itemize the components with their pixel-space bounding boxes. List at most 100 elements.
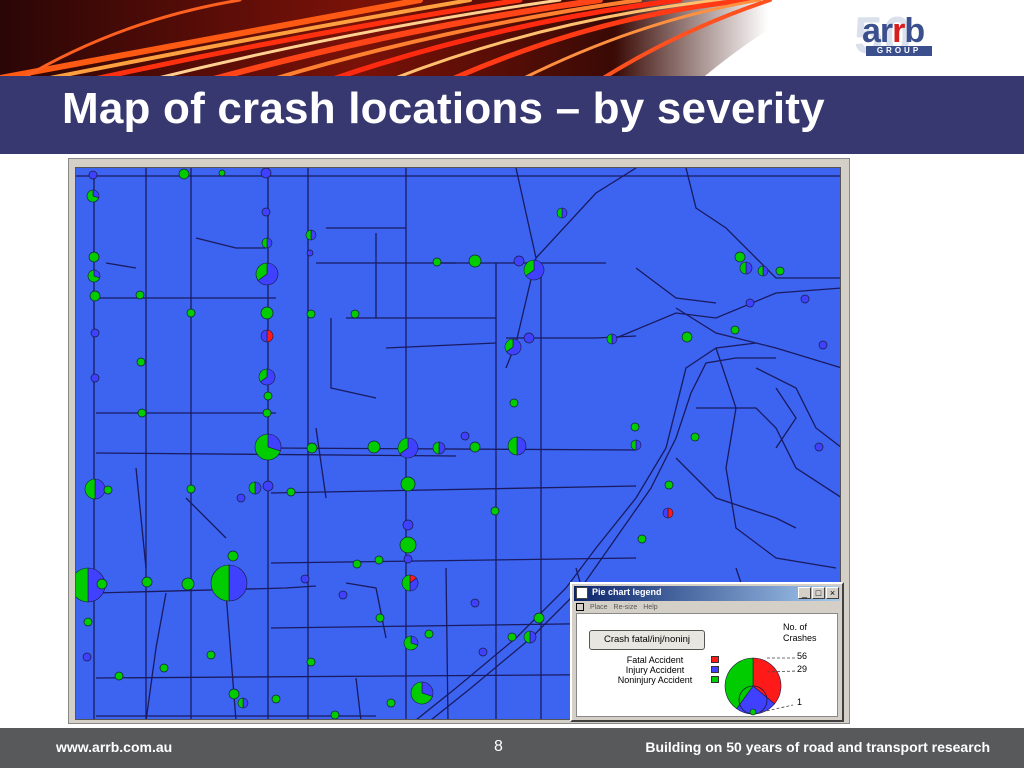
crash-pie-marker-29-slice-1 [260, 329, 268, 343]
crash-pie-marker-34-slice [523, 332, 535, 344]
crash-pie-marker-88-slice-2 [523, 630, 531, 644]
crash-pie-marker-10-slice [88, 251, 100, 263]
crash-pie-marker-47-slice [306, 442, 318, 454]
crash-pie-marker-82-slice [338, 590, 348, 600]
road-41 [225, 592, 237, 719]
crash-pie-marker-69-slice [399, 536, 417, 554]
crash-pie-marker-24-slice [800, 294, 810, 304]
crash-pie-marker-70 [227, 550, 239, 562]
crash-pie-marker-6 [556, 207, 568, 219]
maximize-button[interactable]: □ [812, 587, 825, 599]
crash-pie-marker-30 [90, 328, 100, 338]
crash-pie-marker-94-slice [159, 663, 169, 673]
crash-pie-marker-13 [468, 254, 482, 268]
crash-pie-marker-15 [523, 259, 545, 281]
crash-pie-marker-90 [478, 647, 488, 657]
crash-pie-marker-95 [114, 671, 124, 681]
crash-pie-marker-74-slice-2 [76, 567, 89, 603]
crash-pie-marker-92 [206, 650, 216, 660]
crash-pie-marker-77-slice [141, 576, 153, 588]
crash-pie-marker-54 [690, 432, 700, 442]
crash-pie-marker-29 [260, 329, 274, 343]
road-7 [95, 585, 317, 594]
minimize-button[interactable]: _ [798, 587, 811, 599]
crash-pie-marker-62 [286, 487, 296, 497]
crash-pie-marker-42 [137, 408, 147, 418]
crash-pie-marker-22 [89, 290, 101, 302]
road-35 [675, 457, 797, 529]
crash-pie-marker-30-slice [90, 328, 100, 338]
menu-place[interactable]: Place [590, 604, 608, 611]
crash-pie-marker-53-slice-1 [635, 439, 642, 451]
crash-pie-marker-26-slice [186, 308, 196, 318]
road-33 [715, 347, 837, 569]
crash-pie-marker-94 [159, 663, 169, 673]
crash-pie-marker-51 [469, 441, 481, 453]
crash-pie-marker-68-slice [637, 534, 647, 544]
crash-pie-marker-8-slice-2 [261, 237, 268, 249]
crash-pie-marker-17 [739, 261, 753, 275]
crash-pie-marker-16 [734, 251, 746, 263]
page-number: 8 [494, 738, 503, 755]
menu-help[interactable]: Help [643, 604, 657, 611]
crash-pie-marker-79-slice [300, 574, 310, 584]
crash-pie-marker-17-slice-2 [739, 261, 747, 275]
crash-type-button[interactable]: Crash fatal/inj/noninj [589, 630, 705, 650]
crash-pie-marker-60-slice [236, 493, 246, 503]
pie-chart-legend-window[interactable]: Pie chart legend _ □ × Place Re-size Help … [570, 582, 844, 722]
crash-pie-marker-100 [330, 710, 340, 719]
crash-pie-marker-84-slice [375, 613, 385, 623]
crash-pie-marker-9-slice [306, 249, 314, 257]
road-34 [755, 367, 840, 448]
scale-value-29: 29 [797, 664, 808, 674]
crash-pie-marker-25 [260, 306, 274, 320]
road-53 [195, 237, 266, 249]
road-37 [775, 387, 797, 449]
crash-pie-marker-58-slice [186, 484, 196, 494]
crash-pie-marker-55-slice [814, 442, 824, 452]
crash-pie-marker-69 [399, 536, 417, 554]
legend-size-pie [724, 657, 797, 716]
scale-value-56: 56 [797, 651, 808, 661]
crash-pie-marker-56-slice-1 [94, 478, 106, 500]
crash-pie-marker-75 [210, 564, 248, 602]
crash-pie-marker-26 [186, 308, 196, 318]
crash-pie-marker-64 [664, 480, 674, 490]
crash-pie-marker-31-slice [681, 331, 693, 343]
crash-pie-marker-71-slice [352, 559, 362, 569]
legend-titlebar[interactable]: Pie chart legend _ □ × [574, 586, 840, 601]
crash-pie-marker-52-slice-2 [507, 436, 518, 456]
crash-pie-marker-37-slice [136, 357, 146, 367]
road-44 [355, 677, 362, 719]
crash-pie-marker-85 [83, 617, 93, 627]
road-22 [385, 342, 497, 349]
crash-pie-marker-52-slice-1 [516, 436, 527, 456]
crash-pie-marker-20 [87, 269, 101, 283]
footer-website[interactable]: www.arrb.com.au [56, 739, 172, 755]
crash-pie-marker-48 [367, 440, 381, 454]
crash-pie-marker-31 [681, 331, 693, 343]
crash-pie-marker-80 [401, 574, 419, 592]
legend-pie-small [749, 708, 757, 716]
crash-pie-marker-18 [757, 265, 769, 277]
crash-pie-marker-91-slice [82, 652, 92, 662]
crash-pie-marker-3-slice [260, 168, 272, 179]
crash-pie-marker-0-slice [88, 170, 98, 180]
scale-value-1: 1 [797, 697, 803, 707]
crash-pie-marker-80-slice-2 [401, 574, 411, 592]
menu-resize[interactable]: Re-size [614, 604, 638, 611]
road-40 [145, 592, 167, 719]
crash-pie-marker-81-slice [470, 598, 480, 608]
crash-pie-marker-33-slice-2 [606, 333, 613, 345]
road-12 [270, 447, 637, 451]
crash-pie-marker-27 [306, 309, 316, 319]
crash-pie-marker-99 [386, 698, 396, 708]
crash-pie-marker-53-slice-2 [630, 439, 637, 451]
crash-pie-marker-56-slice-2 [84, 478, 96, 500]
crash-pie-marker-17-slice-1 [745, 261, 753, 275]
close-button[interactable]: × [826, 587, 839, 599]
road-25 [515, 168, 637, 260]
crash-pie-marker-93 [306, 657, 316, 667]
num-title-line2: Crashes [783, 633, 817, 643]
footer: www.arrb.com.au 8 Building on 50 years o… [0, 728, 1024, 768]
